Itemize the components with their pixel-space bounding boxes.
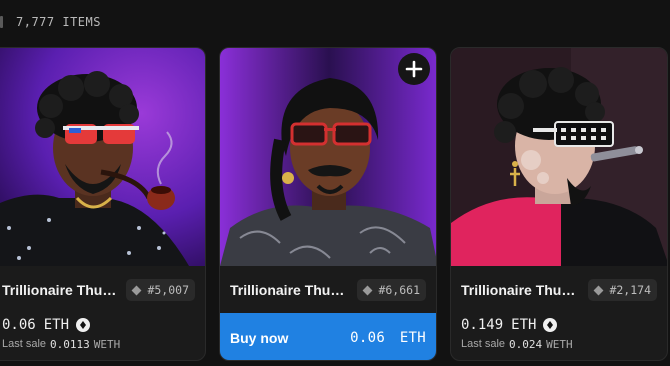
last-sale: Last sale 0.024 WETH <box>461 336 573 352</box>
buy-price: 0.06 ETH <box>350 330 426 346</box>
last-sale: Last sale 0.0113 WETH <box>2 336 120 352</box>
nft-card[interactable]: Trillionaire Thu… #6,661 Buy now 0.06 ET… <box>219 47 437 361</box>
add-to-cart-button[interactable] <box>398 53 430 85</box>
nft-image[interactable] <box>0 48 205 266</box>
price-currency: ETH <box>43 317 70 333</box>
nft-card[interactable]: Trillionaire Thu… #5,007 0.06 ETH Last s… <box>0 47 206 361</box>
diamond-icon <box>363 285 373 295</box>
nft-name: Trillionaire Thu… <box>461 282 576 298</box>
price-currency: ETH <box>511 317 537 333</box>
divider <box>0 16 3 28</box>
plus-icon <box>405 60 423 78</box>
token-id: #2,174 <box>609 283 651 297</box>
price-value: 0.149 <box>461 317 504 333</box>
diamond-icon <box>132 285 142 295</box>
price-value: 0.06 <box>2 317 36 333</box>
token-id: #5,007 <box>147 283 189 297</box>
nft-artwork <box>0 48 205 266</box>
nft-name: Trillionaire Thu… <box>2 282 117 298</box>
nft-artwork <box>451 48 667 266</box>
eth-icon <box>543 318 558 332</box>
items-count-label: 7,777 ITEMS <box>16 15 101 29</box>
price: 0.06 ETH <box>2 315 91 335</box>
buy-now-label: Buy now <box>230 329 289 346</box>
buy-price-value: 0.06 <box>350 329 386 346</box>
items-count: 7,777 ITEMS <box>0 0 101 44</box>
last-sale-label: Last sale <box>461 338 506 350</box>
nft-card[interactable]: Trillionaire Thu… #2,174 0.149 ETH Last … <box>450 47 668 361</box>
buy-now-button[interactable]: Buy now 0.06 ETH <box>220 313 436 360</box>
token-id-badge: #6,661 <box>357 279 426 301</box>
nft-image[interactable] <box>451 48 667 266</box>
nft-name: Trillionaire Thu… <box>230 282 345 298</box>
last-sale-value: 0.024 <box>509 337 543 351</box>
last-sale-label: Last sale <box>2 338 47 350</box>
diamond-icon <box>594 285 604 295</box>
last-sale-value: 0.0113 <box>50 337 90 351</box>
buy-price-currency: ETH <box>399 329 426 346</box>
token-id-badge: #5,007 <box>126 279 195 301</box>
eth-icon <box>76 318 91 332</box>
price: 0.149 ETH <box>461 315 558 335</box>
token-id-badge: #2,174 <box>588 279 657 301</box>
nft-image[interactable] <box>220 48 436 266</box>
last-sale-currency: WETH <box>546 337 573 351</box>
token-id: #6,661 <box>378 283 420 297</box>
last-sale-currency: WETH <box>93 337 121 351</box>
